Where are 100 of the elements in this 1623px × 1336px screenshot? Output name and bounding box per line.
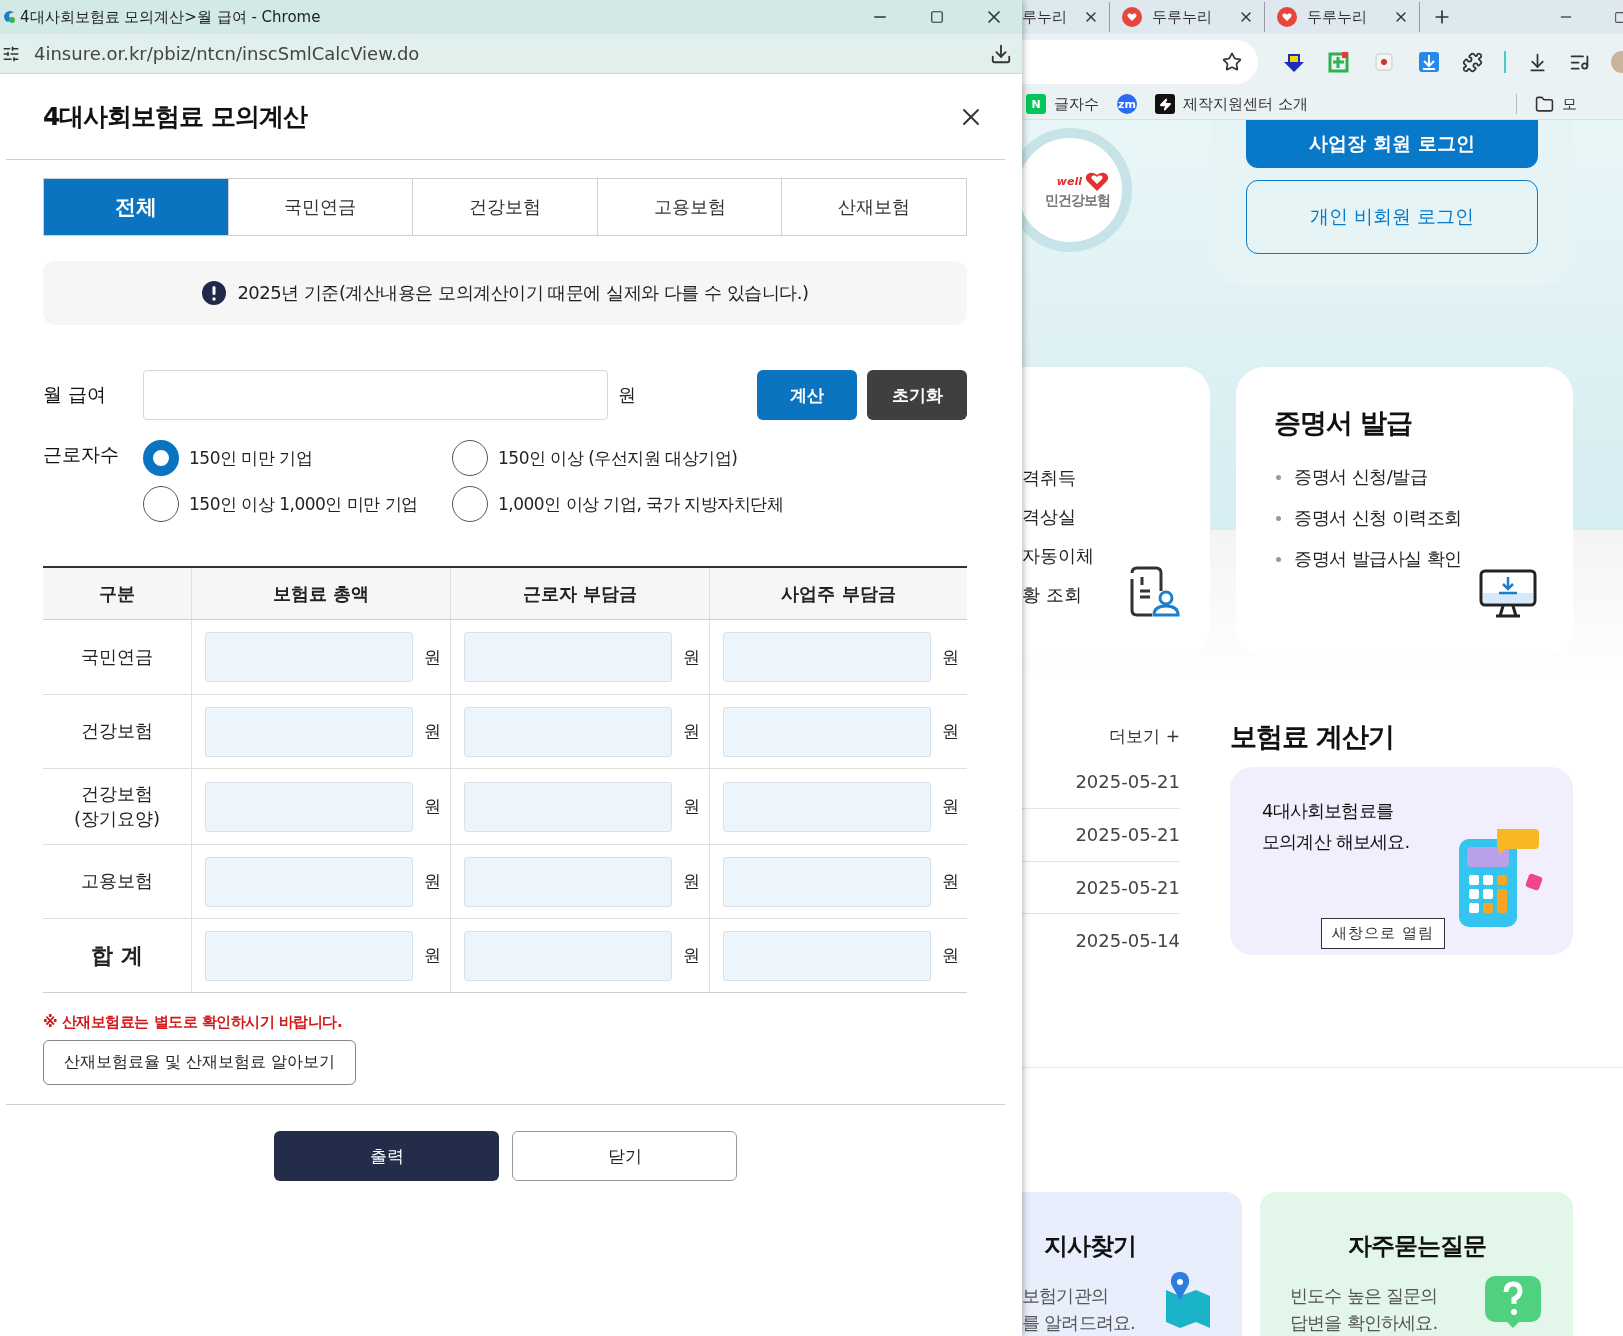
row-label: 고용보험 <box>81 869 153 894</box>
unit-label: 원 <box>683 795 700 818</box>
certificate-link[interactable]: 증명서 신청 이력조회 <box>1294 506 1462 530</box>
radio-label: 1,000인 이상 기업, 국가 지방자치단체 <box>498 492 784 516</box>
field-label: 근로자수 <box>43 442 120 467</box>
browser-tab[interactable]: 두루누리 <box>1110 2 1265 33</box>
dialog-title: 4대사회보험료 모의계산 <box>43 101 308 133</box>
service-link[interactable]: 격상실 <box>1022 506 1210 528</box>
maximize-icon[interactable] <box>1614 10 1623 24</box>
amount-field[interactable] <box>464 632 672 682</box>
service-link[interactable]: 자동이체 <box>1022 545 1210 567</box>
radio-button[interactable] <box>452 486 488 522</box>
site-settings-icon[interactable] <box>2 44 20 63</box>
extensions-icon[interactable] <box>1462 51 1483 73</box>
question-bubble-icon <box>1485 1276 1541 1328</box>
card-title: 증명서 발급 <box>1274 406 1414 440</box>
unit-label: 원 <box>683 870 700 893</box>
radio-button[interactable] <box>143 486 179 522</box>
amount-field[interactable] <box>723 930 931 981</box>
calculate-button[interactable]: 계산 <box>757 370 857 420</box>
section-title: 보험료 계산기 <box>1230 720 1396 754</box>
reset-button[interactable]: 초기화 <box>867 370 967 420</box>
amount-field[interactable] <box>205 706 413 757</box>
tab-title: 루누리 <box>1022 7 1068 27</box>
maximize-icon[interactable] <box>929 10 944 24</box>
amount-field[interactable] <box>723 706 931 757</box>
news-date: 2025-05-14 <box>1074 929 1180 954</box>
row-label: 국민연금 <box>81 644 153 669</box>
unit-label: 원 <box>424 795 441 818</box>
radio-button[interactable] <box>452 440 488 476</box>
lightning-icon <box>1155 94 1175 115</box>
radio-label: 150인 미만 기업 <box>189 446 313 470</box>
card-title: 지사찾기 <box>1043 1231 1137 1262</box>
amount-field[interactable] <box>464 781 672 832</box>
bookmark-label[interactable]: 제작지원센터 소개 <box>1183 94 1308 114</box>
column-header: 근로자 부담금 <box>450 568 709 620</box>
login-button[interactable]: 개인 비회원 로그인 <box>1246 180 1538 254</box>
unit-label: 원 <box>942 795 959 818</box>
unit-label: 원 <box>618 383 636 407</box>
amount-field[interactable] <box>205 856 413 907</box>
tab-favicon-icon <box>1122 7 1142 28</box>
browser-tab[interactable]: 두루누리 <box>1265 2 1420 33</box>
unit-label: 원 <box>424 720 441 743</box>
login-button[interactable]: 사업장 회원 로그인 <box>1246 120 1538 168</box>
close-button[interactable]: 닫기 <box>512 1131 737 1181</box>
radio-label: 150인 이상 (우선지원 대상기업) <box>498 446 738 470</box>
monitor-download-icon <box>1479 569 1537 619</box>
unit-label: 원 <box>942 720 959 743</box>
row-label: 합 계 <box>91 941 143 970</box>
info-button[interactable]: 산재보험료율 및 산재보험료 알아보기 <box>43 1040 357 1085</box>
bookmark-star-icon[interactable] <box>1222 52 1242 73</box>
unit-label: 원 <box>683 720 700 743</box>
window-title: 4대사회보험료 모의계산>월 급여 - Chrome <box>20 7 322 27</box>
certificate-link[interactable]: 증명서 신청/발급 <box>1294 465 1428 489</box>
radio-button[interactable] <box>143 440 179 476</box>
bullet-icon <box>1276 474 1281 480</box>
url-text: 4insure.or.kr/pbiz/ntcn/inscSmlCalcView.do <box>34 43 421 64</box>
amount-field[interactable] <box>723 856 931 907</box>
plus-square-icon[interactable] <box>1327 50 1351 75</box>
exclamation-icon <box>201 280 228 306</box>
logo-tagline: well <box>1056 170 1110 192</box>
tab-title: 두루누리 <box>1152 7 1213 27</box>
open-window-button[interactable]: 새창으로 열림 <box>1321 918 1445 949</box>
site-logo-icon <box>2 9 16 25</box>
warning-text: ※ 산재보험료는 별도로 확인하시기 바랍니다. <box>43 1013 344 1032</box>
amount-field[interactable] <box>723 781 931 832</box>
amount-field[interactable] <box>464 930 672 981</box>
amount-field[interactable] <box>464 856 672 907</box>
tab-favicon-icon <box>1277 7 1297 28</box>
more-link[interactable]: 더보기 + <box>1109 717 1180 757</box>
download-icon[interactable] <box>990 42 1012 65</box>
tab[interactable]: 전체 <box>44 179 228 235</box>
print-button[interactable]: 출력 <box>274 1131 499 1181</box>
column-header: 사업주 부담금 <box>709 568 967 620</box>
amount-field[interactable] <box>205 632 413 682</box>
amount-field[interactable] <box>205 930 413 981</box>
unit-label: 원 <box>942 870 959 893</box>
amount-field[interactable] <box>723 632 931 682</box>
bookmark-logo[interactable]: zm <box>1117 94 1137 115</box>
map-pin-icon <box>1164 1270 1212 1328</box>
logo-name: 민건강보험 <box>1045 192 1110 210</box>
column-header: 구분 <box>43 568 191 620</box>
download-box-icon[interactable] <box>1417 50 1441 75</box>
radio-label: 150인 이상 1,000인 미만 기업 <box>189 492 418 516</box>
calculator-text: 4대사회보험료를 모의계산 해보세요. <box>1262 799 1411 854</box>
folder-icon[interactable] <box>1534 94 1554 114</box>
field-label: 월 급여 <box>43 382 108 407</box>
unit-label: 원 <box>424 645 441 669</box>
amount-field[interactable] <box>205 781 413 832</box>
browser-tab[interactable]: 루누리 <box>1022 2 1110 33</box>
salary-input[interactable] <box>143 370 608 420</box>
amount-field[interactable] <box>464 706 672 757</box>
unit-label: 원 <box>942 645 959 669</box>
bookmark-label[interactable]: 모 <box>1561 94 1577 114</box>
certificate-link[interactable]: 증명서 발급사실 확인 <box>1294 547 1462 571</box>
unit-label: 원 <box>424 870 441 893</box>
news-date: 2025-05-21 <box>1022 756 1180 809</box>
service-link[interactable]: 격취득 <box>1022 467 1210 489</box>
bookmark-label[interactable]: 글자수 <box>1054 94 1099 114</box>
service-link[interactable]: 황 조회 <box>1022 584 1210 606</box>
